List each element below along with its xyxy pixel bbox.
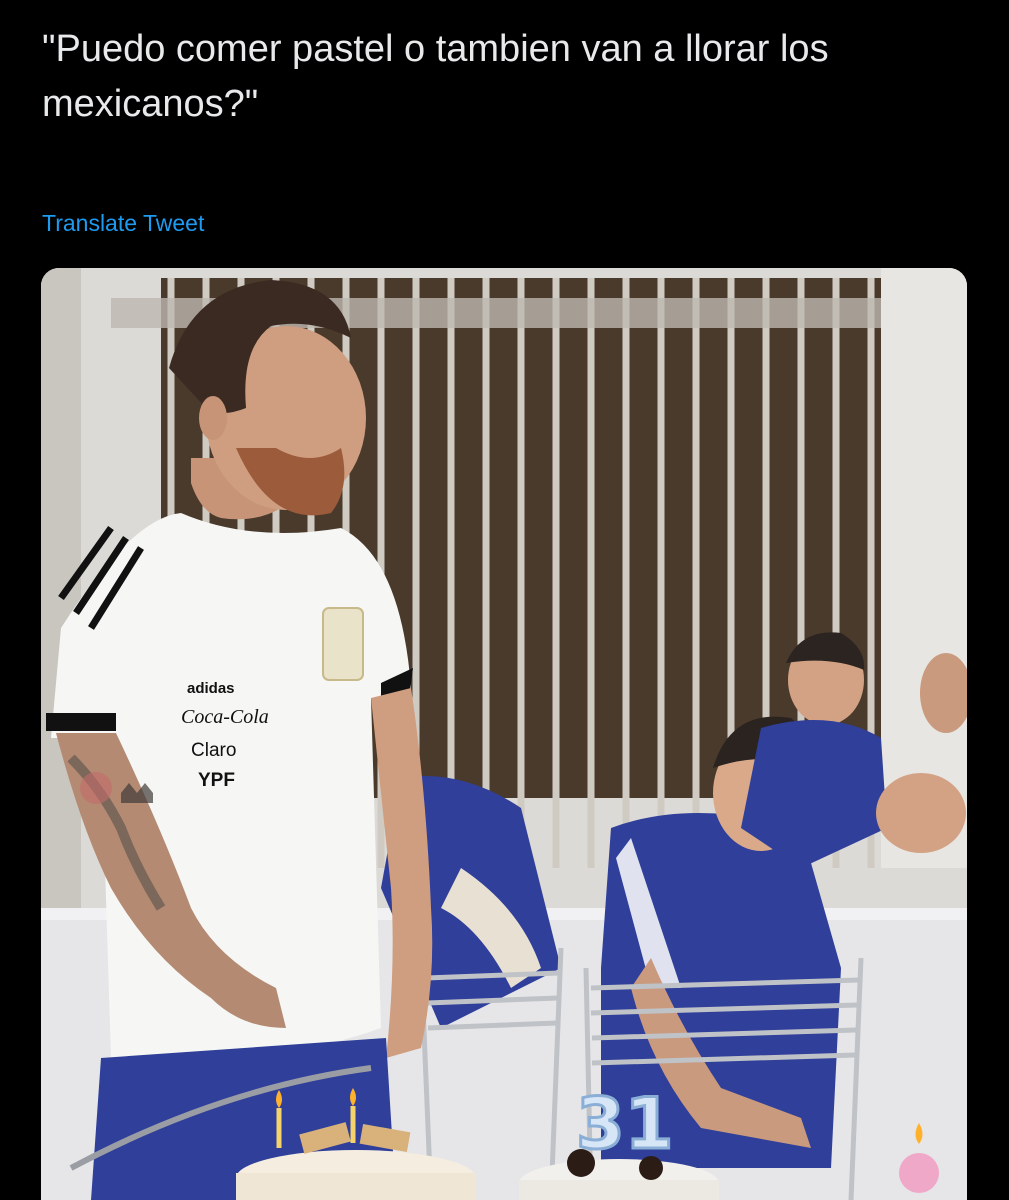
tweet-text: "Puedo comer pastel o tambien van a llor… bbox=[42, 28, 829, 125]
tweet-photo[interactable]: adidas Coca-Cola Claro YPF 31 bbox=[41, 268, 967, 1200]
afa-crest-icon bbox=[322, 607, 364, 681]
svg-text:YPF: YPF bbox=[198, 770, 235, 791]
translate-tweet-link[interactable]: Translate Tweet bbox=[42, 210, 204, 237]
svg-text:Claro: Claro bbox=[191, 740, 236, 761]
photo-scene: adidas Coca-Cola Claro YPF 31 bbox=[41, 268, 967, 1200]
svg-text:Coca-Cola: Coca-Cola bbox=[181, 706, 269, 728]
candle-number: 31 bbox=[576, 1083, 673, 1165]
svg-text:adidas: adidas bbox=[187, 680, 235, 697]
